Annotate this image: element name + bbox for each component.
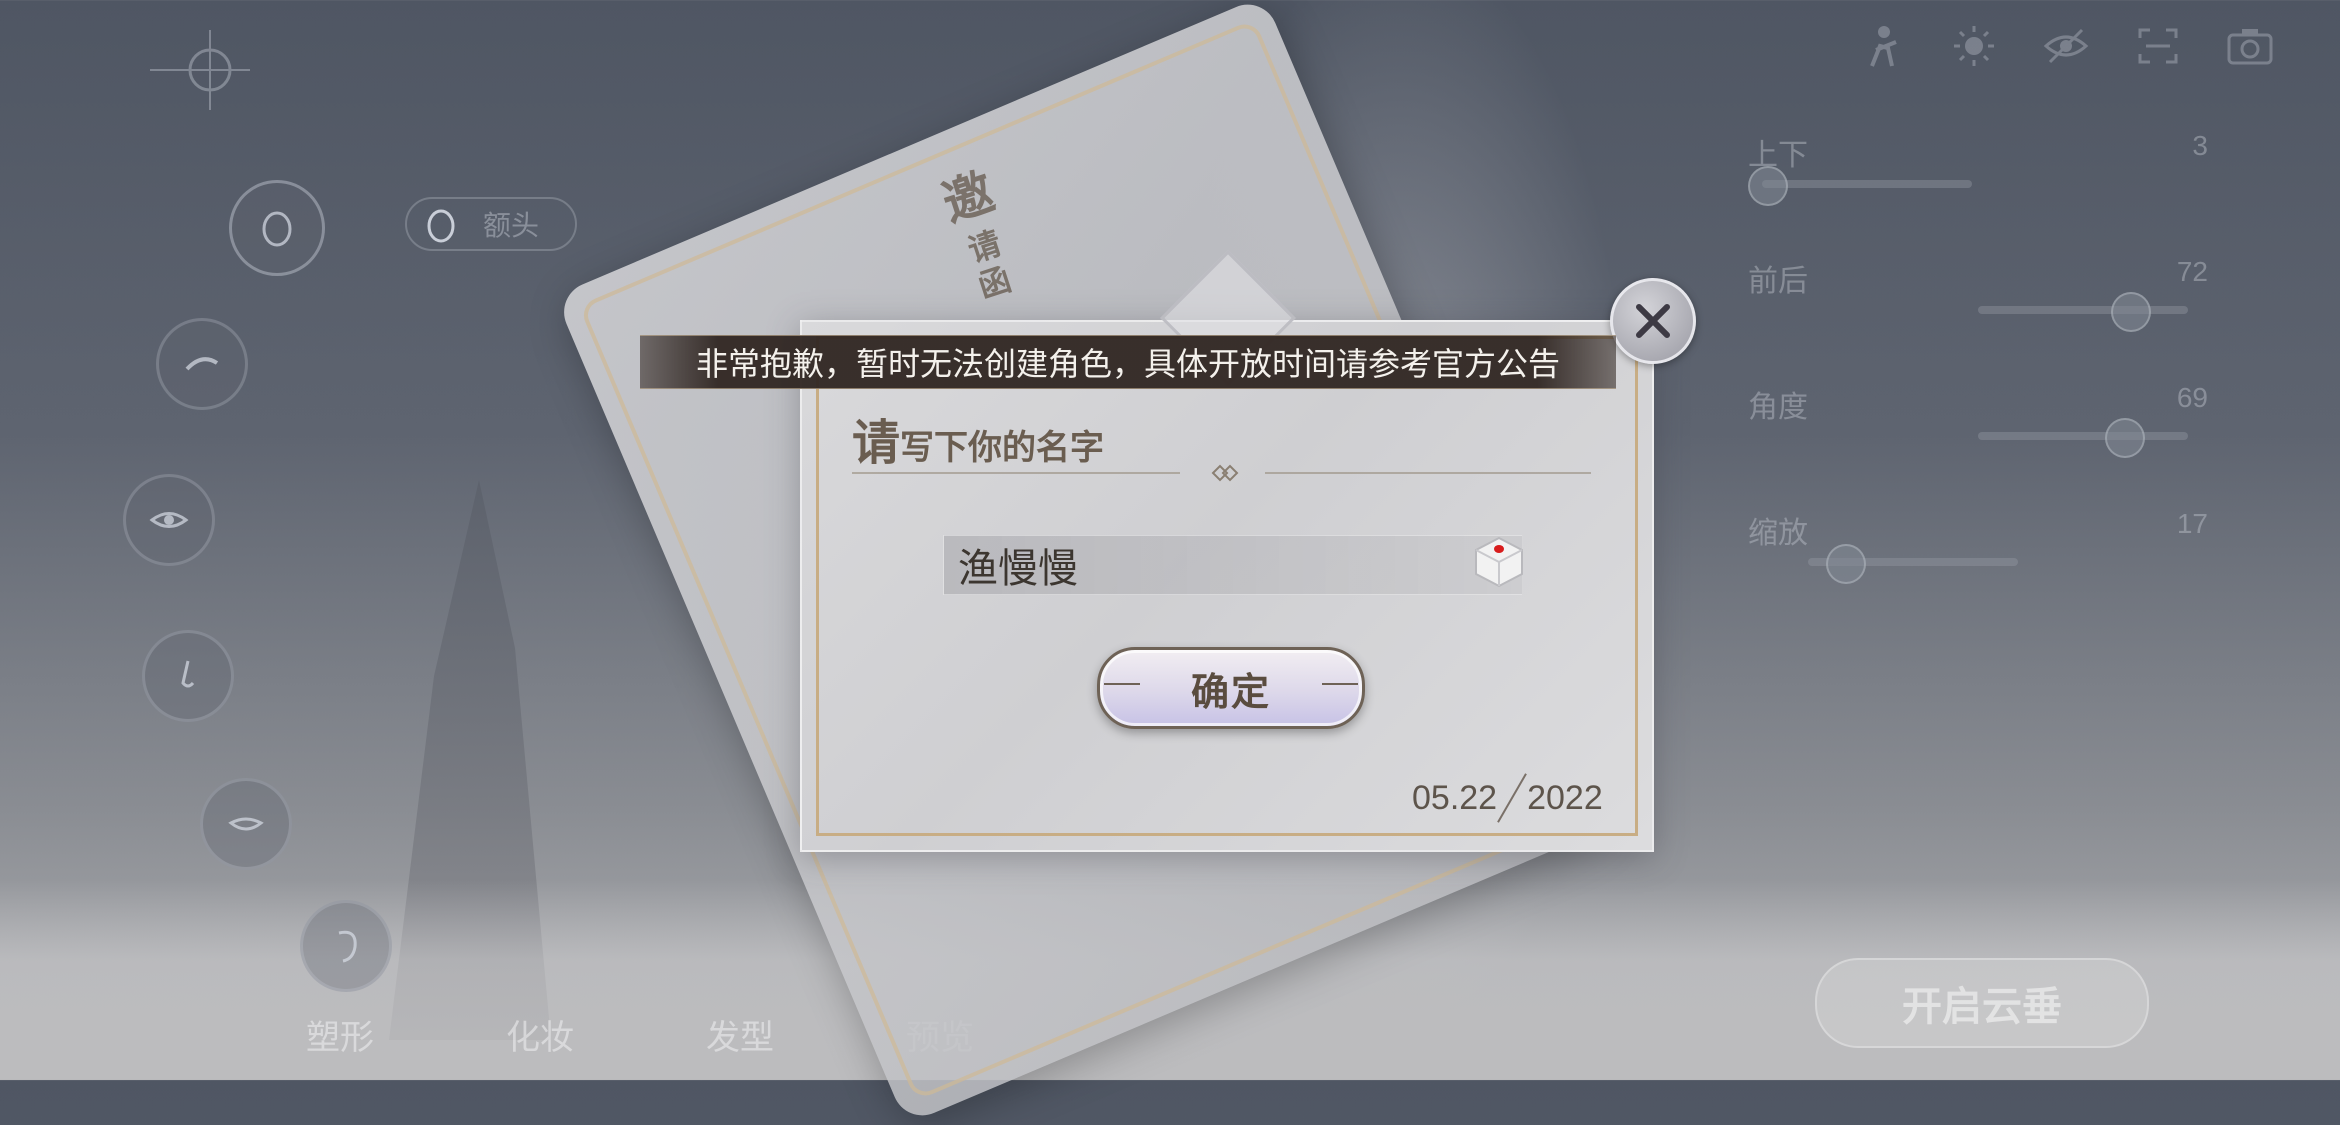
- face-part-nose-button[interactable]: [142, 630, 234, 722]
- face-part-mouth-button[interactable]: [200, 778, 292, 870]
- confirm-button-label: 确定: [1190, 668, 1271, 714]
- face-part-brow-button[interactable]: [156, 318, 248, 410]
- enter-world-button[interactable]: 开启云垂: [1815, 958, 2149, 1048]
- top-toolbar: [1852, 22, 2280, 70]
- slider-label: 前后: [1748, 264, 1808, 299]
- toast-notification: 非常抱歉，暂时无法创建角色，具体开放时间请参考官方公告: [640, 335, 1616, 389]
- slider-label: 角度: [1748, 390, 1808, 425]
- tab-hair[interactable]: 发型: [690, 1010, 790, 1059]
- name-input-value: 渔慢慢: [958, 546, 1078, 592]
- face-part-head-button[interactable]: [229, 180, 325, 276]
- slider-value: 17: [2176, 508, 2208, 539]
- slider-track[interactable]: [1748, 166, 1972, 206]
- invitation-date: 05.22 2022: [1412, 770, 1603, 826]
- fullscreen-icon[interactable]: [2128, 22, 2188, 70]
- slider-knob[interactable]: [1825, 544, 1866, 584]
- tab-shape[interactable]: 塑形: [290, 1010, 390, 1059]
- compass-icon: [150, 20, 250, 120]
- name-input[interactable]: 渔慢慢: [943, 535, 1523, 595]
- heading-initial: 请: [852, 415, 901, 471]
- adjust-sliders: 上下 3 前后 72 角度 69 缩放 17: [1748, 130, 2208, 634]
- camera-icon[interactable]: [2220, 22, 2280, 70]
- close-button[interactable]: [1610, 278, 1696, 364]
- heading-text: 写下你的名字: [900, 428, 1105, 468]
- eye-hide-icon[interactable]: [2036, 22, 2096, 70]
- slider-knob[interactable]: [1748, 166, 1789, 206]
- tab-makeup[interactable]: 化妆: [490, 1010, 590, 1059]
- slider-track[interactable]: [1808, 544, 2018, 584]
- slider-label: 上下: [1748, 138, 1808, 173]
- slider-value: 72: [2176, 256, 2208, 287]
- divider-ornament-icon: [1205, 462, 1245, 488]
- slider-angle: 角度 69: [1748, 382, 2208, 508]
- slider-depth: 前后 72: [1748, 256, 2208, 382]
- face-part-label[interactable]: 额头: [405, 197, 577, 251]
- close-icon: [1636, 304, 1670, 338]
- date-separator: [1497, 773, 1527, 823]
- slider-track[interactable]: [1978, 292, 2188, 332]
- figure-icon[interactable]: [1852, 22, 1912, 70]
- dialog-heading: 请写下你的名字: [852, 403, 1104, 473]
- slider-track[interactable]: [1978, 418, 2188, 458]
- random-name-dice-icon[interactable]: [1470, 532, 1528, 590]
- date-day: 05.22: [1412, 778, 1498, 817]
- button-ornament: [1104, 683, 1140, 685]
- confirm-button[interactable]: 确定: [1097, 647, 1365, 729]
- slider-scale: 缩放 17: [1748, 508, 2208, 634]
- forehead-icon: [423, 207, 459, 252]
- slider-knob[interactable]: [2104, 418, 2145, 458]
- toast-message: 非常抱歉，暂时无法创建角色，具体开放时间请参考官方公告: [695, 345, 1560, 383]
- date-year: 2022: [1527, 778, 1603, 817]
- slider-value: 3: [2192, 130, 2208, 161]
- face-part-label-text: 额头: [482, 209, 539, 242]
- slider-value: 69: [2176, 382, 2208, 413]
- slider-knob[interactable]: [2111, 292, 2152, 332]
- button-ornament: [1322, 683, 1358, 685]
- slider-vertical: 上下 3: [1748, 130, 2208, 256]
- heading-divider-left: [852, 472, 1180, 474]
- face-part-ear-button[interactable]: [300, 900, 392, 992]
- heading-divider-right: [1265, 472, 1591, 474]
- sun-icon[interactable]: [1944, 22, 2004, 70]
- face-part-eye-button[interactable]: [123, 474, 215, 566]
- slider-label: 缩放: [1748, 516, 1808, 551]
